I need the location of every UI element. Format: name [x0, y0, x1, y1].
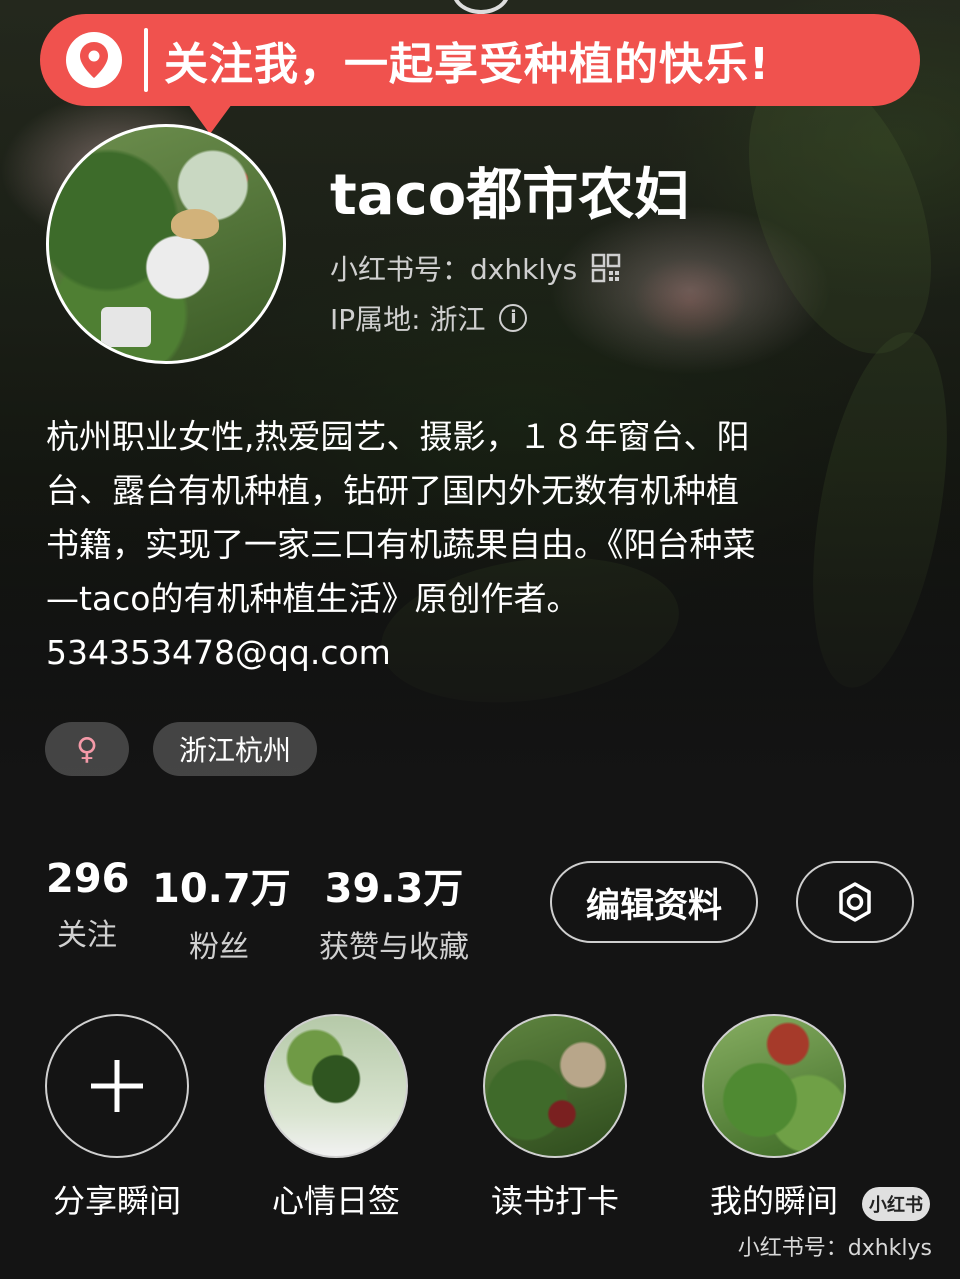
- bio-line: 杭州职业女性,热爱园艺、摄影，１８年窗台、阳: [46, 417, 750, 456]
- highlight-label: 我的瞬间: [709, 1182, 838, 1220]
- highlight-thumbnail[interactable]: [702, 1014, 846, 1158]
- stat-likes-value: 39.3万: [324, 866, 464, 912]
- highlight-thumbnail[interactable]: [264, 1014, 408, 1158]
- profile-name: taco都市农妇: [330, 163, 691, 228]
- info-icon[interactable]: i: [499, 304, 528, 332]
- bio-email: 534353478@qq.com: [46, 633, 391, 672]
- stat-followers-label: 粉丝: [189, 930, 249, 965]
- highlight-reading-checkin[interactable]: 读书打卡: [483, 1014, 627, 1222]
- bio-line: 台、露台有机种植，钻研了国内外无数有机种植: [46, 471, 739, 510]
- stat-likes-label: 获赞与收藏: [319, 930, 469, 965]
- stat-following-value: 296: [46, 856, 130, 902]
- location-tag-label: 浙江杭州: [179, 734, 292, 767]
- stat-likes-collects[interactable]: 39.3万 获赞与收藏: [308, 856, 480, 966]
- ip-location: IP属地: 浙江: [330, 303, 486, 336]
- banner-text: 关注我，一起享受种植的快乐!: [164, 39, 771, 90]
- profile-bio: 杭州职业女性,热爱园艺、摄影，１８年窗台、阳 台、露台有机种植，钻研了国内外无数…: [46, 410, 926, 680]
- highlight-share-moment[interactable]: 分享瞬间: [45, 1014, 189, 1222]
- settings-button[interactable]: [796, 861, 914, 943]
- watermark-logo: 小红书: [862, 1187, 930, 1221]
- highlight-mood-card[interactable]: 心情日签: [264, 1014, 408, 1222]
- watermark-text: 小红书号：dxhklys: [737, 1236, 932, 1261]
- edit-profile-button[interactable]: 编辑资料: [550, 861, 758, 943]
- avatar-hat: [171, 209, 219, 239]
- highlight-label: 读书打卡: [490, 1182, 619, 1220]
- bio-line: —taco的有机种植生活》原创作者。: [46, 579, 580, 618]
- highlight-add-circle[interactable]: [45, 1014, 189, 1158]
- follow-banner: 关注我，一起享受种植的快乐!: [40, 14, 920, 134]
- banner-divider: [144, 28, 148, 92]
- plus-icon: [91, 1060, 143, 1112]
- profile-id: 小红书号：dxhklys: [330, 253, 578, 286]
- location-tag: 浙江杭州: [153, 722, 318, 776]
- stat-following-label: 关注: [57, 918, 117, 953]
- ip-location-row: IP属地: 浙江 i: [330, 298, 528, 338]
- avatar-pot: [101, 307, 151, 347]
- highlight-thumbnail[interactable]: [483, 1014, 627, 1158]
- highlight-label: 心情日签: [271, 1182, 400, 1220]
- location-pin-icon: [66, 32, 122, 88]
- profile-id-row[interactable]: 小红书号：dxhklys: [330, 248, 621, 288]
- avatar[interactable]: [46, 124, 286, 364]
- gender-tag: ♀: [45, 722, 129, 776]
- highlight-label: 分享瞬间: [52, 1182, 181, 1220]
- highlight-my-moments[interactable]: 我的瞬间: [702, 1014, 846, 1222]
- qr-code-icon[interactable]: [591, 253, 621, 283]
- gear-icon: [839, 882, 871, 922]
- stat-following[interactable]: 296 关注: [46, 856, 130, 954]
- stat-followers-value: 10.7万: [152, 866, 291, 912]
- bio-line: 书籍，实现了一家三口有机蔬果自由。《阳台种菜: [46, 525, 756, 564]
- stat-followers[interactable]: 10.7万 粉丝: [152, 856, 291, 966]
- female-icon: ♀: [76, 731, 98, 767]
